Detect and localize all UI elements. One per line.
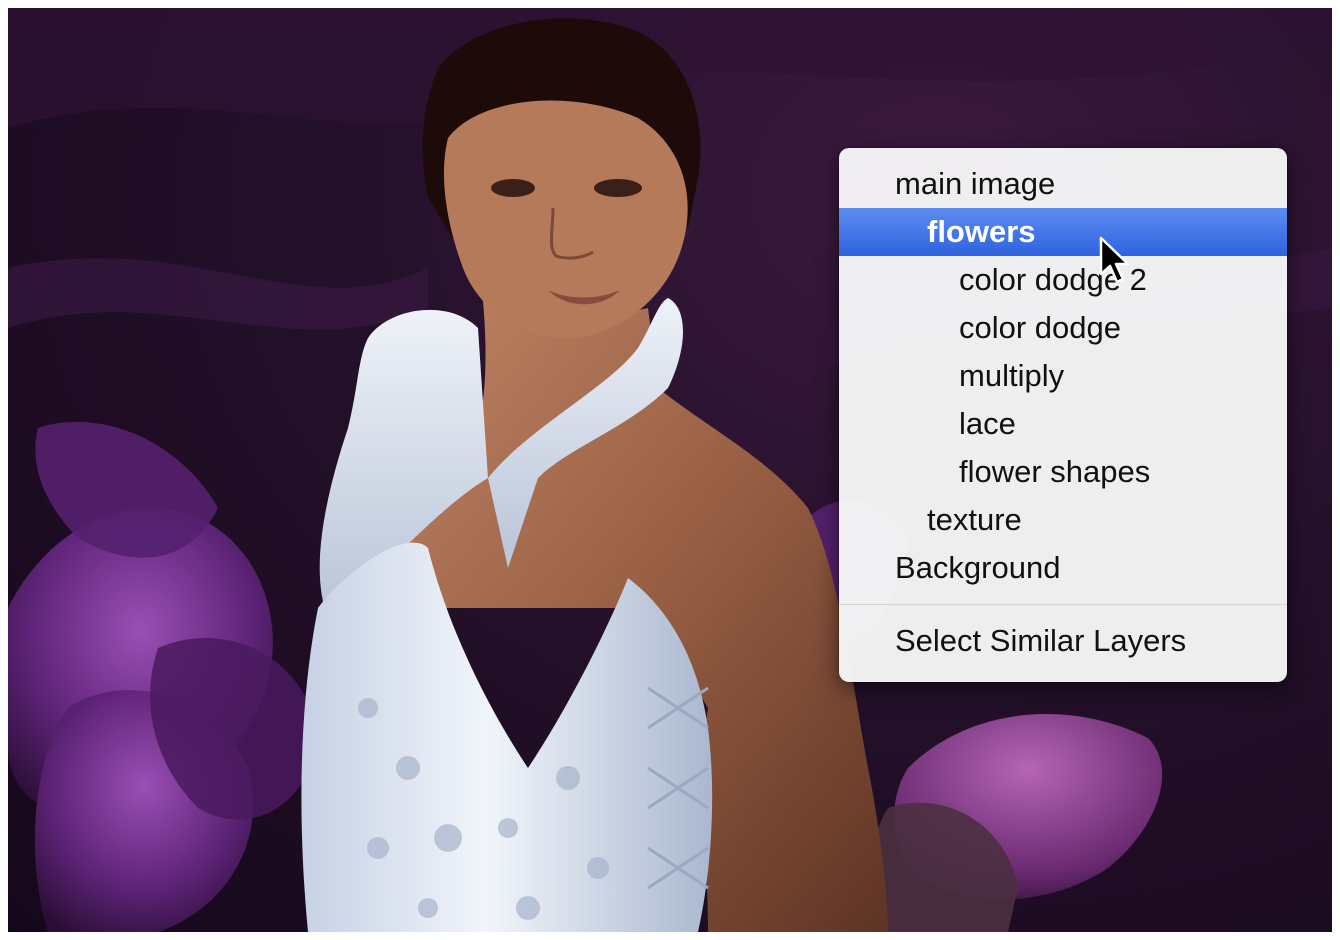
flower-petal [35, 421, 219, 558]
menu-item-color-dodge[interactable]: color dodge [839, 304, 1287, 352]
arrow-pointer-icon [1099, 236, 1130, 284]
eye-right [594, 179, 642, 197]
background-streak [8, 258, 428, 330]
layer-context-menu: main image flowers color dodge 2 color d… [839, 148, 1287, 682]
menu-item-flowers[interactable]: flowers [839, 208, 1287, 256]
face [443, 100, 688, 338]
select-similar-layers-item[interactable]: Select Similar Layers [839, 617, 1287, 665]
menu-item-background[interactable]: Background [839, 544, 1287, 592]
eye-left [491, 179, 535, 197]
menu-separator [839, 604, 1287, 605]
menu-item-lace[interactable]: lace [839, 400, 1287, 448]
menu-item-main-image[interactable]: main image [839, 160, 1287, 208]
menu-item-color-dodge-2[interactable]: color dodge 2 [839, 256, 1287, 304]
menu-item-flower-shapes[interactable]: flower shapes [839, 448, 1287, 496]
menu-item-multiply[interactable]: multiply [839, 352, 1287, 400]
menu-item-texture[interactable]: texture [839, 496, 1287, 544]
